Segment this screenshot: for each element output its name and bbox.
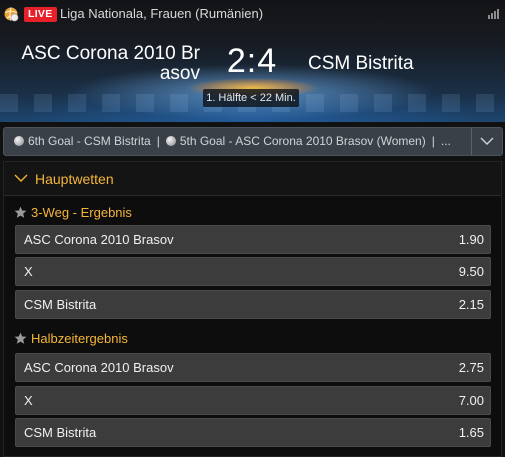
odds-value: 2.15 [458,297,484,312]
odds-value: 7.00 [458,393,484,408]
outcome-label: ASC Corona 2010 Brasov [24,360,174,375]
stats-icon[interactable] [488,9,500,19]
outcome-label: ASC Corona 2010 Brasov [24,232,174,247]
odds-row[interactable]: CSM Bistrita 2.15 [15,290,491,319]
chevron-down-icon [14,174,28,182]
market-name: 3-Weg - Ergebnis [31,205,132,220]
odds-value: 2.75 [458,360,484,375]
bets-panel: Hauptwetten 3-Weg - Ergebnis ASC Corona … [3,161,502,457]
outcome-label: X [24,393,33,408]
odds-value: 9.50 [458,264,484,279]
odds-row[interactable]: X 7.00 [15,386,491,415]
odds-row[interactable]: ASC Corona 2010 Brasov 1.90 [15,225,491,254]
ticker-separator: | [156,134,160,148]
ticker-more: ... [440,134,451,148]
ticker-item: 6th Goal - CSM Bistrita [28,134,151,148]
odds-value: 1.90 [458,232,484,247]
market-name: Halbzeitergebnis [31,331,128,346]
handball-icon [4,7,19,22]
ball-icon [165,136,176,146]
ticker-separator: | [431,134,435,148]
odds-row[interactable]: ASC Corona 2010 Brasov 2.75 [15,353,491,382]
home-team-name: ASC Corona 2010 Brasov [21,43,201,84]
ticker-expand-button[interactable] [471,128,502,155]
star-icon[interactable] [14,206,27,219]
match-period: 1. Hälfte < 22 Min. [203,89,299,107]
chevron-down-icon [480,137,494,145]
score: 2:4 [226,42,278,80]
ticker-text: 6th Goal - CSM Bistrita | 5th Goal - ASC C… [4,128,470,155]
outcome-label: X [24,264,33,279]
odds-value: 1.65 [458,425,484,440]
outcome-label: CSM Bistrita [24,297,97,312]
outcome-label: CSM Bistrita [24,425,97,440]
top-bar: LIVE Liga Nationala, Frauen (Rumänien) [0,0,505,28]
live-badge: LIVE [24,7,57,22]
ball-icon [14,136,24,146]
odds-row[interactable]: X 9.50 [15,257,491,286]
panel-title: Hauptwetten [35,171,114,187]
star-icon[interactable] [14,332,27,345]
panel-header[interactable]: Hauptwetten [4,162,501,196]
ticker-item: 5th Goal - ASC Corona 2010 Brasov (Women… [179,134,426,148]
away-team-name: CSM Bistrita [308,53,414,74]
event-ticker[interactable]: 6th Goal - CSM Bistrita | 5th Goal - ASC C… [3,127,503,156]
scoreboard-header: LIVE Liga Nationala, Frauen (Rumänien) A… [0,0,505,122]
odds-row[interactable]: CSM Bistrita 1.65 [15,418,491,447]
league-name: Liga Nationala, Frauen (Rumänien) [60,6,264,21]
